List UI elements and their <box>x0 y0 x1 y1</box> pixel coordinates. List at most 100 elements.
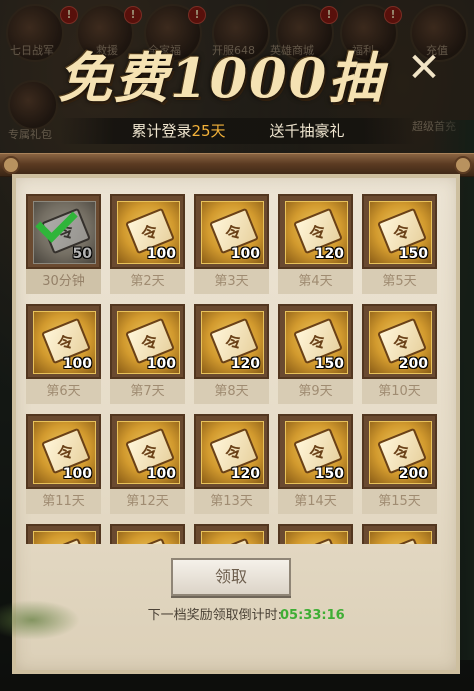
reward-cell[interactable]: 100第2天 <box>110 194 185 294</box>
claim-button[interactable]: 领取 <box>171 558 291 596</box>
reward-item-frame <box>369 531 432 544</box>
reward-cell[interactable] <box>278 524 353 544</box>
subtitle-days: 25天 <box>191 122 226 140</box>
reward-quantity: 100 <box>146 356 176 372</box>
reward-quantity: 100 <box>146 246 176 262</box>
reward-cell[interactable]: 50 30分钟 <box>26 194 101 294</box>
reward-quantity: 150 <box>314 466 344 482</box>
reward-item-frame <box>33 531 96 544</box>
close-icon[interactable]: ✕ <box>404 48 444 90</box>
reward-day-label: 第5天 <box>362 269 437 294</box>
rod-cap <box>2 156 20 174</box>
reward-card: 150 <box>278 414 353 489</box>
rod-cap <box>454 156 472 174</box>
reward-cell[interactable]: 120 第13天 <box>194 414 269 514</box>
reward-quantity: 100 <box>146 466 176 482</box>
reward-item-frame: 200 <box>369 421 432 484</box>
reward-day-label: 第15天 <box>362 489 437 514</box>
reward-item-frame: 120 <box>201 421 264 484</box>
reward-card: 150 <box>362 194 437 269</box>
reward-card: 200 <box>362 414 437 489</box>
reward-item-frame: 100 <box>201 201 264 264</box>
reward-card: 100 <box>26 304 101 379</box>
reward-card: 120 <box>194 414 269 489</box>
reward-day-label: 第10天 <box>362 379 437 404</box>
reward-cell[interactable] <box>110 524 185 544</box>
reward-quantity: 50 <box>72 246 92 262</box>
reward-day-label: 第7天 <box>110 379 185 404</box>
reward-cell[interactable]: 100 第11天 <box>26 414 101 514</box>
reward-card: 150 <box>278 304 353 379</box>
reward-card: 100 <box>194 194 269 269</box>
reward-item-frame <box>285 531 348 544</box>
reward-cell[interactable] <box>26 524 101 544</box>
reward-item-frame: 120 <box>201 311 264 374</box>
reward-cell[interactable] <box>362 524 437 544</box>
reward-item-frame: 100 <box>117 421 180 484</box>
reward-cell[interactable]: 100第6天 <box>26 304 101 404</box>
decorative-leaf <box>0 600 80 640</box>
reward-item-frame <box>201 531 264 544</box>
reward-day-label: 第8天 <box>194 379 269 404</box>
reward-item-frame: 150 <box>285 421 348 484</box>
reward-day-label: 第9天 <box>278 379 353 404</box>
reward-card: 100 <box>110 194 185 269</box>
countdown-label: 下一档奖励领取倒计时: <box>147 608 282 623</box>
reward-item-frame: 100 <box>33 311 96 374</box>
reward-quantity: 100 <box>62 356 92 372</box>
reward-day-label: 30分钟 <box>26 269 101 294</box>
reward-cell[interactable]: 150 第14天 <box>278 414 353 514</box>
reward-quantity: 150 <box>398 246 428 262</box>
scroll-ticket-icon <box>377 537 427 544</box>
reward-cell[interactable]: 150第9天 <box>278 304 353 404</box>
reward-card <box>194 524 269 544</box>
reward-card: 100 <box>110 304 185 379</box>
reward-card: 200 <box>362 304 437 379</box>
reward-item-frame: 120 <box>285 201 348 264</box>
reward-day-label: 第14天 <box>278 489 353 514</box>
reward-card <box>26 524 101 544</box>
reward-item-frame: 150 <box>369 201 432 264</box>
reward-item-frame: 100 <box>117 201 180 264</box>
scroll-ticket-icon <box>209 537 259 544</box>
reward-day-label: 第13天 <box>194 489 269 514</box>
event-subtitle: 累计登录25天 送千抽豪礼 <box>60 118 416 144</box>
reward-card: 100 <box>26 414 101 489</box>
reward-quantity: 120 <box>314 246 344 262</box>
reward-item-frame: 100 <box>33 421 96 484</box>
reward-cell[interactable]: 150第5天 <box>362 194 437 294</box>
reward-card <box>278 524 353 544</box>
reward-item-frame <box>117 531 180 544</box>
reward-quantity: 200 <box>398 356 428 372</box>
reward-quantity: 120 <box>230 466 260 482</box>
reward-grid[interactable]: 5030分钟100第2天100第3天120第4天150第5天100第6天100第… <box>26 194 438 544</box>
reward-day-label: 第12天 <box>110 489 185 514</box>
scroll-ticket-icon <box>41 537 91 544</box>
subtitle-suffix: 送千抽豪礼 <box>269 122 345 140</box>
reward-item-frame: 200 <box>369 311 432 374</box>
reward-item-frame: 100 <box>117 311 180 374</box>
reward-day-label: 第2天 <box>110 269 185 294</box>
reward-cell[interactable] <box>194 524 269 544</box>
reward-day-label: 第3天 <box>194 269 269 294</box>
reward-item-frame: 150 <box>285 311 348 374</box>
reward-card: 120 <box>278 194 353 269</box>
countdown-time: 05:33:16 <box>280 608 345 623</box>
reward-cell[interactable]: 100 第12天 <box>110 414 185 514</box>
event-title: 免费1000抽 <box>58 46 385 110</box>
reward-card: 120 <box>194 304 269 379</box>
reward-cell[interactable]: 120第4天 <box>278 194 353 294</box>
reward-day-label: 第11天 <box>26 489 101 514</box>
reward-quantity: 200 <box>398 466 428 482</box>
reward-day-label: 第4天 <box>278 269 353 294</box>
reward-cell[interactable]: 100第3天 <box>194 194 269 294</box>
reward-card <box>362 524 437 544</box>
reward-cell[interactable]: 100第7天 <box>110 304 185 404</box>
scroll-ticket-icon <box>293 537 343 544</box>
reward-card <box>110 524 185 544</box>
reward-card: 50 <box>26 194 101 269</box>
reward-cell[interactable]: 200 第10天 <box>362 304 437 404</box>
reward-cell[interactable]: 120第8天 <box>194 304 269 404</box>
reward-day-label: 第6天 <box>26 379 101 404</box>
reward-cell[interactable]: 200 第15天 <box>362 414 437 514</box>
